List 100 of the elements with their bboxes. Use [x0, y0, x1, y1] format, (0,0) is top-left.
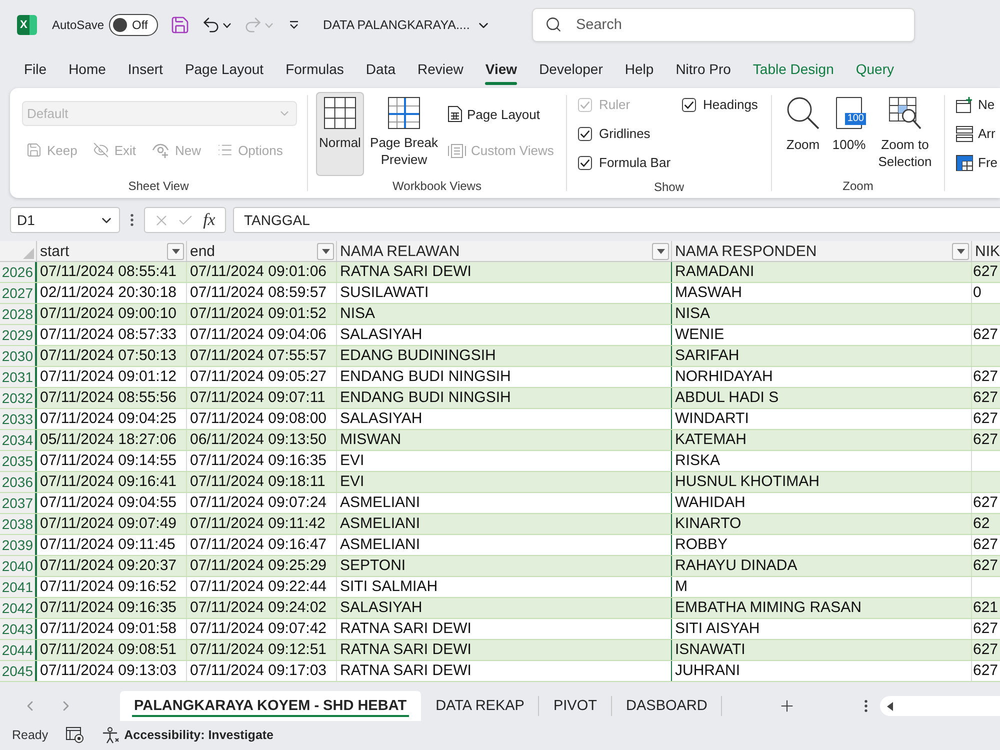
row-number: 2035: [0, 451, 37, 471]
sheet-view-icon[interactable]: [66, 727, 84, 743]
table-cell: 06/11/2024 09:13:50: [187, 430, 337, 450]
ribbon-tab[interactable]: Home: [58, 50, 117, 88]
search-field[interactable]: Search: [532, 8, 915, 42]
accessibility-status[interactable]: Accessibility: Investigate: [124, 728, 274, 742]
filter-button[interactable]: [167, 242, 184, 260]
table-cell: SALASIYAH: [337, 409, 672, 429]
save-icon: [26, 142, 42, 158]
table-cell: 07/11/2024 09:05:27: [187, 367, 337, 387]
table-cell: M: [672, 577, 972, 597]
checkbox[interactable]: [578, 126, 592, 140]
table-cell: SALASIYAH: [337, 598, 672, 618]
accessibility-icon[interactable]: [102, 726, 120, 744]
table-cell: ISNAWATI: [672, 640, 972, 660]
window-plus-icon: [956, 96, 973, 112]
table-cell: WAHIDAH: [672, 493, 972, 513]
table-cell: 07/11/2024 09:08:51: [37, 640, 187, 660]
table-cell: SITI SALMIAH: [337, 577, 672, 597]
checkbox[interactable]: [682, 98, 696, 112]
column-header: start: [40, 242, 70, 260]
table-cell: 07/11/2024 09:20:37: [37, 556, 187, 576]
table-cell: NISA: [337, 304, 672, 324]
table-cell: 05/11/2024 18:27:06: [37, 430, 187, 450]
row-number: 2026: [0, 262, 37, 282]
ribbon-tab[interactable]: Insert: [116, 50, 174, 88]
table-cell: KATEMAH: [672, 430, 972, 450]
window-button[interactable]: Fre: [956, 154, 998, 170]
formula-field[interactable]: TANGGAL: [233, 207, 1000, 233]
ribbon-tab[interactable]: Query: [844, 50, 905, 88]
row-number: 2039: [0, 535, 37, 555]
row-number: 2032: [0, 388, 37, 408]
table-cell-text: 627: [972, 325, 1000, 345]
caret-icon: [656, 248, 664, 254]
table-cell: ASMELIANI: [337, 493, 672, 513]
ribbon-tab[interactable]: Developer: [528, 50, 614, 88]
document-title[interactable]: DATA PALANGKARAYA....: [323, 18, 491, 32]
zoom-button[interactable]: Zoom to Selection: [872, 92, 938, 176]
status-text: Ready: [12, 728, 48, 742]
checkbox[interactable]: [578, 156, 592, 170]
table-cell: ASMELIANI: [337, 514, 672, 534]
customize-caret-icon[interactable]: [289, 21, 300, 29]
horizontal-scrollbar[interactable]: [880, 696, 1000, 716]
window-button[interactable]: Arr: [956, 126, 998, 142]
view-button[interactable]: Page Break Preview: [368, 92, 440, 176]
filter-button[interactable]: [952, 242, 969, 260]
zoom-button[interactable]: Zoom: [780, 92, 826, 176]
table-cell: 07/11/2024 09:07:11: [187, 388, 337, 408]
table-cell: 07/11/2024 09:04:25: [37, 409, 187, 429]
zoom-button[interactable]: 100 100%: [828, 92, 870, 176]
grid-magnifier-icon: [889, 97, 921, 129]
table-cell: 07/11/2024 09:22:44: [187, 577, 337, 597]
table-cell: ASMELIANI: [337, 535, 672, 555]
view-button[interactable]: Page Layout: [444, 102, 558, 126]
table-cell: 07/11/2024 09:18:11: [187, 472, 337, 492]
ribbon-tab[interactable]: View: [474, 50, 528, 88]
ribbon-tab[interactable]: Table Design: [742, 50, 845, 88]
table-cell-text: 627: [972, 640, 1000, 660]
row-number: 2028: [0, 304, 37, 324]
checkbox-label: Headings: [703, 97, 758, 112]
table-cell: 07/11/2024 08:55:56: [37, 388, 187, 408]
table-cell: 07/11/2024 09:01:52: [187, 304, 337, 324]
table-cell-text: 627: [972, 409, 1000, 429]
ribbon-tab[interactable]: Review: [406, 50, 474, 88]
table-cell: KINARTO: [672, 514, 972, 534]
view-button[interactable]: Normal: [316, 92, 364, 176]
table-cell: 07/11/2024 09:01:12: [37, 367, 187, 387]
ribbon-tab[interactable]: File: [13, 50, 58, 88]
table-cell: 07/11/2024 09:16:41: [37, 472, 187, 492]
ribbon-tab[interactable]: Page Layout: [174, 50, 275, 88]
save-icon[interactable]: [170, 15, 190, 35]
table-cell: 07/11/2024 09:12:51: [187, 640, 337, 660]
table-cell: 07/11/2024 09:08:00: [187, 409, 337, 429]
ribbon-tab[interactable]: Nitro Pro: [664, 50, 742, 88]
name-box[interactable]: D1: [10, 207, 120, 233]
table-cell: RATNA SARI DEWI: [337, 619, 672, 639]
insert-function-button[interactable]: fx: [201, 210, 218, 230]
table-cell: EDANG BUDININGSIH: [337, 346, 672, 366]
filter-button[interactable]: [317, 242, 334, 260]
triangle-left-icon[interactable]: [887, 702, 893, 710]
checkbox-label: Ruler: [599, 97, 630, 112]
sheet-tab[interactable]: PIVOT: [539, 691, 611, 721]
sheet-tab[interactable]: DASBOARD: [612, 691, 722, 721]
ribbon-tab[interactable]: Formulas: [274, 50, 355, 88]
row-number: 2029: [0, 325, 37, 345]
ribbon-tab[interactable]: Help: [614, 50, 665, 88]
table-cell: 07/11/2024 09:25:29: [187, 556, 337, 576]
sheet-tab[interactable]: DATA REKAP: [422, 691, 538, 721]
row-number: 2040: [0, 556, 37, 576]
ribbon-tab[interactable]: Data: [354, 50, 406, 88]
caret-icon[interactable]: [223, 22, 232, 28]
filter-button[interactable]: [652, 242, 669, 260]
page-stack-icon: [448, 142, 466, 158]
table-cell: 07/11/2024 09:11:45: [37, 535, 187, 555]
window-button[interactable]: Ne: [956, 96, 998, 112]
sheet-tab[interactable]: PALANGKARAYA KOYEM - SHD HEBAT: [120, 691, 421, 721]
autosave-toggle[interactable]: Off: [109, 14, 158, 36]
undo-icon[interactable]: [201, 15, 222, 35]
app-logo: X: [17, 15, 37, 35]
table-cell: 07/11/2024 09:00:10: [37, 304, 187, 324]
